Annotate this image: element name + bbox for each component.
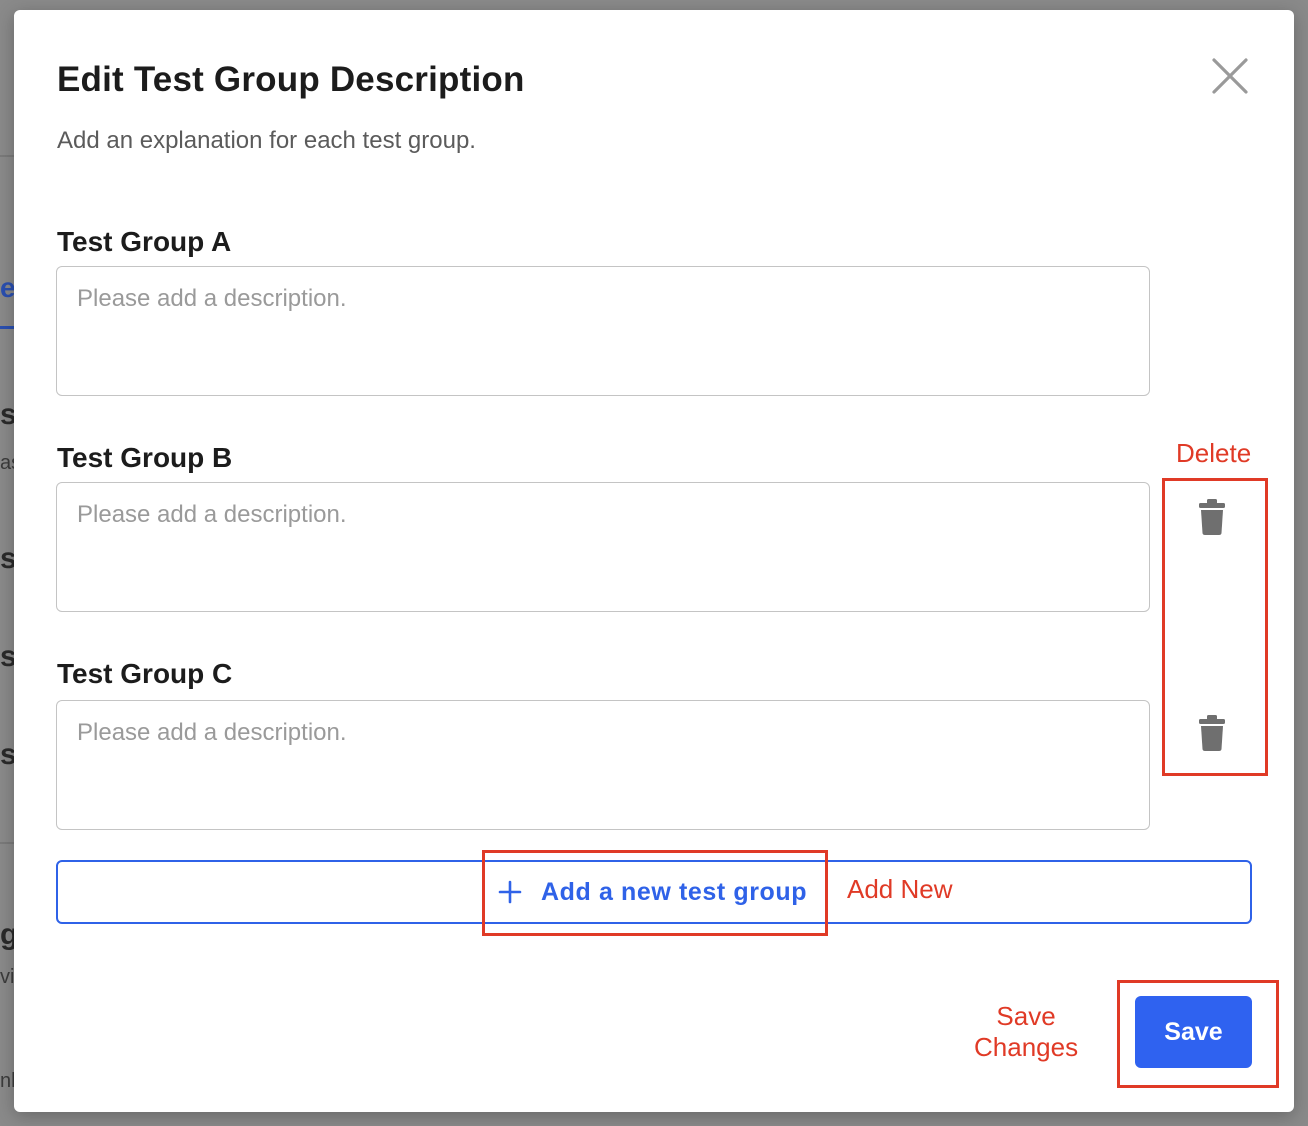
close-button[interactable] [1210, 56, 1250, 96]
test-group-a-description-input[interactable] [56, 266, 1150, 396]
background-tab-underline [0, 326, 14, 329]
annotation-delete-box [1162, 478, 1268, 776]
dialog-title: Edit Test Group Description [57, 60, 525, 99]
test-group-c-label: Test Group C [57, 658, 233, 689]
close-icon [1212, 58, 1248, 94]
annotation-save-box [1117, 980, 1279, 1088]
test-group-b-description-input[interactable] [56, 482, 1150, 612]
test-group-b-label: Test Group B [57, 442, 233, 473]
test-group-a-label: Test Group A [57, 226, 232, 257]
annotation-delete-label: Delete [1176, 438, 1252, 468]
annotation-add-box [482, 850, 828, 936]
background-divider [0, 842, 14, 844]
annotation-add-new-label: Add New [847, 874, 953, 904]
background-text-fragment: vi [0, 966, 15, 988]
edit-test-group-dialog: Edit Test Group Description Add an expla… [14, 10, 1294, 1112]
dialog-subtitle: Add an explanation for each test group. [57, 127, 476, 154]
background-divider [0, 155, 14, 157]
annotation-save-changes-label: Save Changes [974, 1001, 1079, 1062]
test-group-c-description-input[interactable] [56, 700, 1150, 830]
